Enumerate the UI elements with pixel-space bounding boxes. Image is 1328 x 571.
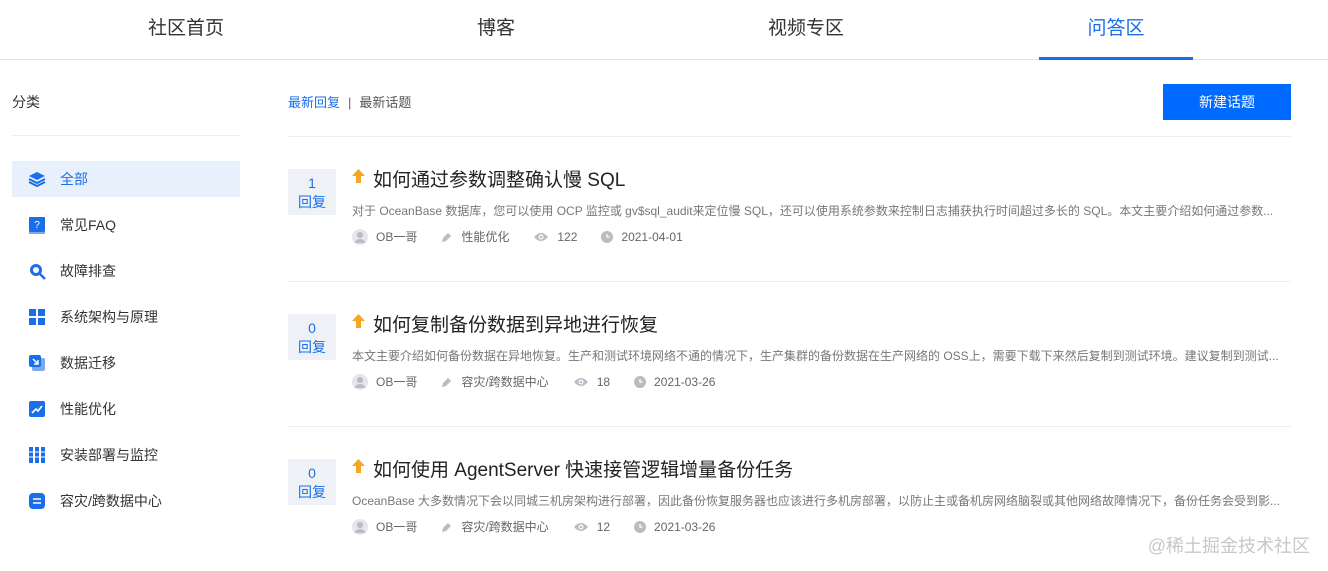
sidebar-item-label: 常见FAQ	[60, 217, 117, 233]
avatar-icon	[352, 518, 368, 535]
avatar-icon	[352, 373, 368, 390]
server-icon	[28, 446, 46, 464]
layers-icon	[28, 170, 46, 188]
post-description: 本文主要介绍如何备份数据在异地恢复。生产和测试环境网络不通的情况下，生产集群的备…	[352, 349, 1279, 363]
reply-label: 回复	[298, 194, 326, 210]
svg-text:?: ?	[34, 220, 40, 231]
arrow-up-icon	[352, 458, 365, 473]
active-tab-underline	[1039, 57, 1193, 60]
clock-icon	[601, 230, 614, 243]
datacenter-icon	[28, 492, 46, 510]
eye-icon	[573, 377, 588, 386]
reply-label: 回复	[298, 339, 326, 355]
sidebar-item-label: 安装部署与监控	[60, 447, 158, 463]
divider	[288, 136, 1291, 137]
sidebar-item-migration[interactable]: 数据迁移	[12, 345, 240, 381]
arrow-up-icon	[352, 168, 365, 183]
post-meta: OB一哥 容灾/跨数据中心 12 2021-03-26	[352, 518, 739, 535]
sort-tabs: 最新回复 | 最新话题	[288, 92, 411, 111]
sidebar-item-architecture[interactable]: 系统架构与原理	[12, 299, 240, 335]
tab-community-home[interactable]: 社区首页	[31, 0, 341, 59]
avatar-icon	[352, 228, 368, 245]
post-title[interactable]: 如何使用 AgentServer 快速接管逻辑增量备份任务	[352, 455, 793, 482]
tab-label: 视频专区	[767, 18, 844, 39]
sidebar-item-label: 系统架构与原理	[60, 309, 158, 325]
post-title-text: 如何复制备份数据到异地进行恢复	[373, 315, 659, 336]
post-views: 122	[557, 229, 578, 244]
post-date: 2021-03-26	[654, 519, 716, 534]
post-meta: OB一哥 容灾/跨数据中心 18 2021-03-26	[352, 373, 739, 390]
post-author[interactable]: OB一哥	[376, 228, 417, 245]
eye-icon	[534, 232, 549, 241]
reply-count-badge: 0 回复	[288, 314, 336, 360]
sidebar-item-all[interactable]: 全部	[12, 161, 240, 197]
post-author[interactable]: OB一哥	[376, 518, 417, 535]
post-title[interactable]: 如何复制备份数据到异地进行恢复	[352, 310, 658, 337]
reply-count-badge: 0 回复	[288, 459, 336, 505]
tab-label: 博客	[476, 18, 515, 39]
post-title-text: 如何通过参数调整确认慢 SQL	[373, 170, 626, 191]
clock-icon	[634, 375, 647, 388]
post-title-text: 如何使用 AgentServer 快速接管逻辑增量备份任务	[373, 460, 794, 481]
post-meta: OB一哥 性能优化 122 2021-04-01	[352, 228, 707, 245]
tag-icon	[442, 522, 452, 532]
trend-icon	[28, 400, 46, 418]
divider	[288, 281, 1291, 282]
top-nav: 社区首页 博客 视频专区 问答区	[0, 0, 1328, 60]
sidebar-item-troubleshoot[interactable]: 故障排查	[12, 253, 240, 289]
sidebar-item-label: 容灾/跨数据中心	[60, 493, 162, 509]
sidebar-item-label: 故障排查	[60, 263, 116, 279]
reply-count: 1	[308, 175, 316, 191]
arrow-up-icon	[352, 313, 365, 328]
separator: |	[348, 95, 352, 110]
tab-blog[interactable]: 博客	[341, 0, 651, 59]
post-category[interactable]: 性能优化	[461, 228, 509, 245]
divider	[12, 135, 240, 136]
post-title[interactable]: 如何通过参数调整确认慢 SQL	[352, 165, 625, 192]
new-topic-button[interactable]: 新建话题	[1163, 84, 1291, 120]
post-author[interactable]: OB一哥	[376, 373, 417, 390]
sidebar-item-label: 性能优化	[60, 401, 116, 417]
tag-icon	[442, 377, 452, 387]
reply-count-badge: 1 回复	[288, 169, 336, 215]
post-item: 0 回复 如何复制备份数据到异地进行恢复 本文主要介绍如何备份数据在异地恢复。生产…	[288, 310, 1291, 420]
tab-label: 问答区	[1087, 18, 1145, 39]
sidebar-title: 分类	[12, 94, 40, 110]
grid-icon	[28, 308, 46, 326]
sidebar-item-label: 数据迁移	[60, 355, 116, 371]
post-category[interactable]: 容灾/跨数据中心	[461, 373, 548, 390]
search-icon	[28, 262, 46, 280]
reply-count: 0	[308, 320, 316, 336]
watermark: @稀土掘金技术社区	[1147, 536, 1310, 556]
post-item: 0 回复 如何使用 AgentServer 快速接管逻辑增量备份任务 OceanB…	[288, 455, 1291, 565]
post-description: OceanBase 大多数情况下会以同城三机房架构进行部署，因此备份恢复服务器也…	[352, 494, 1281, 508]
post-category[interactable]: 容灾/跨数据中心	[461, 518, 548, 535]
divider	[288, 426, 1291, 427]
reply-count: 0	[308, 465, 316, 481]
sort-latest-reply[interactable]: 最新回复	[288, 95, 340, 110]
sidebar-item-disaster-recovery[interactable]: 容灾/跨数据中心	[12, 483, 240, 519]
tab-label: 社区首页	[147, 18, 224, 39]
sidebar-item-label: 全部	[60, 171, 88, 187]
reply-label: 回复	[298, 484, 326, 500]
eye-icon	[573, 522, 588, 531]
tab-video[interactable]: 视频专区	[651, 0, 961, 59]
sidebar-item-performance[interactable]: 性能优化	[12, 391, 240, 427]
post-date: 2021-04-01	[621, 229, 683, 244]
faq-book-icon: ?	[28, 216, 46, 234]
sidebar-item-deploy[interactable]: 安装部署与监控	[12, 437, 240, 473]
post-views: 18	[596, 374, 611, 389]
sort-latest-topic[interactable]: 最新话题	[359, 95, 411, 110]
post-description: 对于 OceanBase 数据库，您可以使用 OCP 监控或 gv$sql_au…	[352, 204, 1274, 218]
sidebar-item-faq[interactable]: ? 常见FAQ	[12, 207, 240, 243]
post-date: 2021-03-26	[654, 374, 716, 389]
post-views: 12	[596, 519, 611, 534]
tab-qa[interactable]: 问答区	[961, 0, 1271, 60]
post-item: 1 回复 如何通过参数调整确认慢 SQL 对于 OceanBase 数据库，您可以…	[288, 165, 1291, 275]
clock-icon	[634, 520, 647, 533]
tag-icon	[442, 232, 452, 242]
migrate-icon	[28, 354, 46, 372]
